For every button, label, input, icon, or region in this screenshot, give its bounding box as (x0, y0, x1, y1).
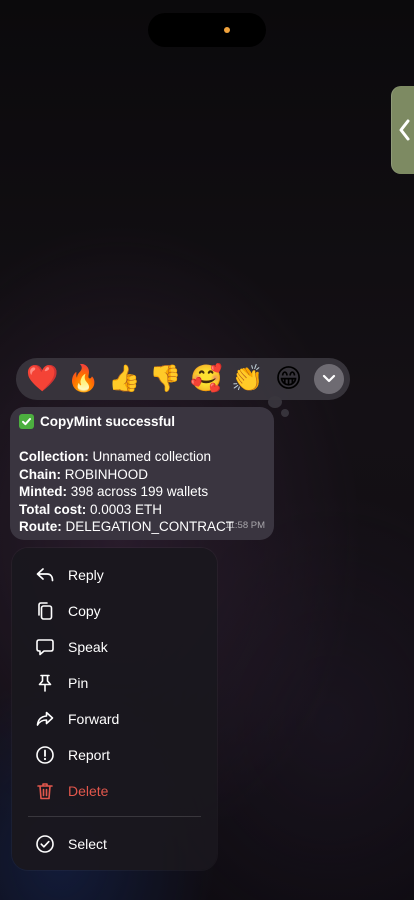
reaction-smiling-hearts[interactable]: 🥰 (186, 358, 227, 400)
reaction-thumbs-down[interactable]: 👎 (145, 358, 186, 400)
pin-icon (34, 672, 56, 694)
message-title: CopyMint successful (19, 413, 265, 431)
reaction-fire[interactable]: 🔥 (63, 358, 104, 400)
copy-icon (34, 600, 56, 622)
expand-reactions-button[interactable] (314, 364, 344, 394)
trash-icon (34, 780, 56, 802)
reaction-heart[interactable]: ❤️ (22, 358, 63, 400)
menu-item-copy-label: Copy (68, 603, 101, 619)
reaction-bar-tail (268, 396, 282, 408)
message-title-text: CopyMint successful (40, 414, 176, 429)
reaction-thumbs-up[interactable]: 👍 (104, 358, 145, 400)
chevron-left-icon (399, 119, 410, 141)
dynamic-island (148, 13, 266, 47)
menu-item-copy[interactable]: Copy (12, 593, 217, 629)
context-menu: Reply Copy Speak Pin Forward Report Dele… (12, 548, 217, 870)
menu-item-pin[interactable]: Pin (12, 665, 217, 701)
menu-item-select-label: Select (68, 836, 107, 852)
message-line-total-cost: Total cost: 0.0003 ETH (19, 501, 163, 517)
menu-item-speak[interactable]: Speak (12, 629, 217, 665)
menu-item-delete-label: Delete (68, 783, 109, 799)
side-panel-tab[interactable] (391, 86, 414, 174)
reaction-bar-tail-small (281, 409, 289, 417)
menu-item-report[interactable]: Report (12, 737, 217, 773)
speech-bubble-icon (34, 636, 56, 658)
menu-item-pin-label: Pin (68, 675, 89, 691)
check-mark-icon (19, 414, 34, 430)
chevron-down-icon (322, 374, 336, 383)
message-timestamp: 11:58 PM (225, 519, 265, 531)
menu-item-reply-label: Reply (68, 567, 104, 583)
message-line-collection: Collection: Unnamed collection (19, 449, 212, 464)
report-icon (34, 744, 56, 766)
message-line-chain: Chain: ROBINHOOD (19, 466, 149, 482)
menu-item-reply[interactable]: Reply (12, 557, 217, 593)
select-check-icon (34, 833, 56, 855)
menu-item-forward-label: Forward (68, 711, 120, 727)
privacy-indicator-dot (224, 27, 230, 33)
message-line-minted: Minted: 398 across 199 wallets (19, 484, 209, 499)
reaction-bar: ❤️ 🔥 👍 👎 🥰 👏 😁 (16, 358, 350, 400)
message-bubble[interactable]: CopyMint successful Collection: Unnamed … (10, 407, 274, 540)
menu-item-select[interactable]: Select (12, 826, 217, 862)
menu-item-delete[interactable]: Delete (12, 773, 217, 809)
menu-item-forward[interactable]: Forward (12, 701, 217, 737)
menu-item-speak-label: Speak (68, 639, 108, 655)
reply-icon (34, 564, 56, 586)
reaction-grin[interactable]: 😁 (268, 358, 309, 400)
forward-icon (34, 708, 56, 730)
menu-divider (28, 816, 201, 817)
reaction-clap[interactable]: 👏 (227, 358, 268, 400)
menu-item-report-label: Report (68, 747, 111, 763)
